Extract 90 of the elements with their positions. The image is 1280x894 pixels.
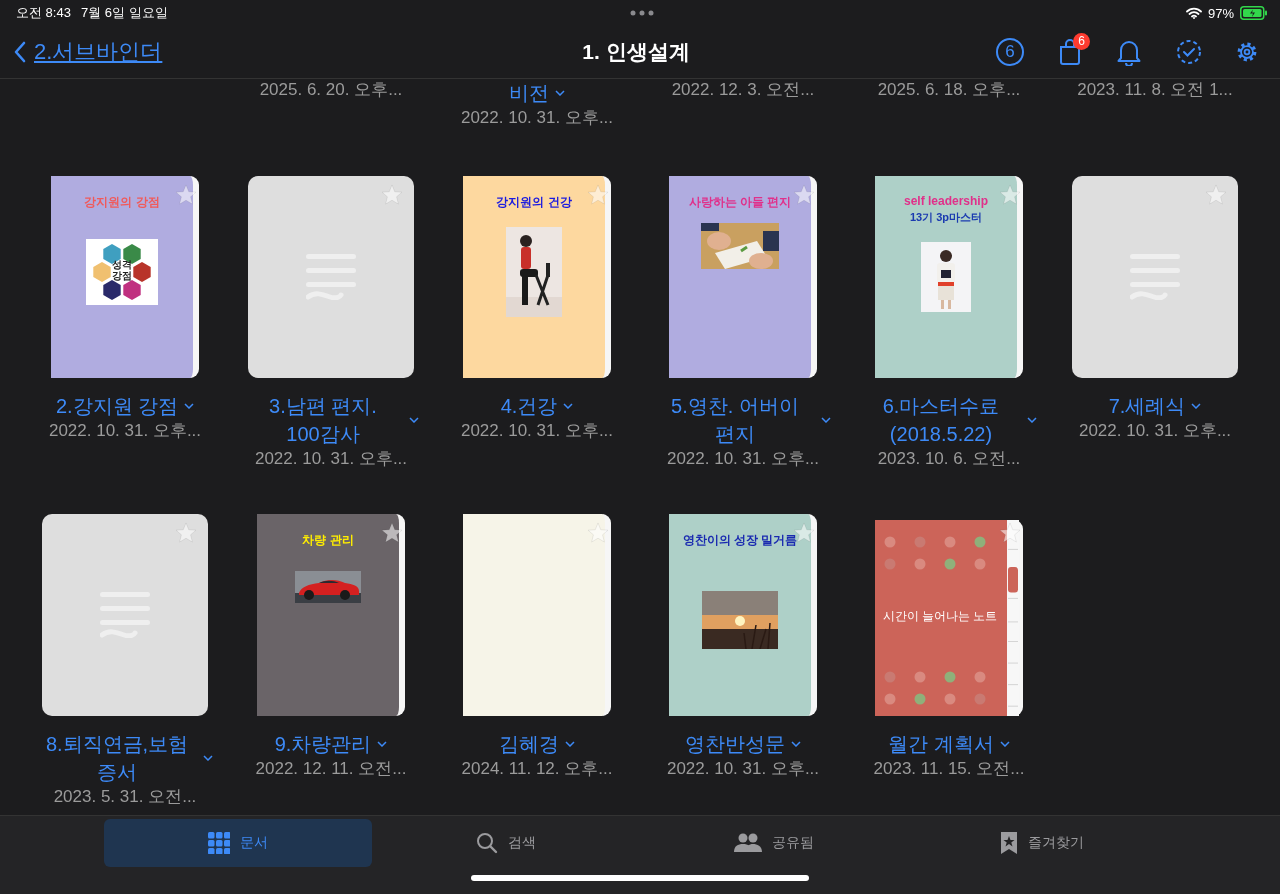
document-title[interactable]: 2.강지원 강점 <box>55 392 179 420</box>
caret-icon[interactable] <box>1027 417 1037 423</box>
search-icon <box>476 832 498 854</box>
tab[interactable]: 즐겨찾기 <box>908 819 1176 867</box>
modified-date: 2025. 6. 18. 오후... <box>877 79 1021 101</box>
modified-date: 2023. 11. 15. 오전... <box>873 758 1025 780</box>
book-cover[interactable]: 강지원의 건강 <box>463 176 611 378</box>
modified-date: 2022. 10. 31. 오후... <box>666 758 820 780</box>
cover-title: 강지원의 건강 <box>496 194 572 211</box>
caret-icon[interactable] <box>1191 403 1202 409</box>
star-icon[interactable] <box>381 184 403 205</box>
cover-title: 강지원의 강점 <box>84 194 160 211</box>
cover-title: 사랑하는 아들 편지 <box>688 194 792 211</box>
battery-percent: 97% <box>1207 5 1234 21</box>
modified-date: 2022. 12. 11. 오전... <box>255 758 407 780</box>
battery-icon <box>1240 6 1268 20</box>
cover-title: 차량 관리 <box>302 532 354 549</box>
dashed-check-icon[interactable] <box>1176 39 1202 65</box>
caret-icon[interactable] <box>563 403 574 409</box>
cover-title: 영찬이의 성장 밀거름 <box>682 532 798 549</box>
caret-icon[interactable] <box>377 741 388 747</box>
modified-date: 2023. 10. 6. 오전... <box>877 448 1021 470</box>
notebook-cover[interactable]: 시간이 늘어나는 노트 <box>875 520 1023 716</box>
document-title[interactable]: 4.건강 <box>500 392 558 420</box>
modified-date: 2022. 10. 31. 오후... <box>1078 420 1232 442</box>
star-icon[interactable] <box>381 522 403 543</box>
diagram-label: 성격 강점 <box>112 259 132 281</box>
star-icon[interactable] <box>587 522 609 543</box>
wifi-icon <box>1185 7 1202 19</box>
status-time: 오전 8:43 <box>16 4 71 22</box>
modified-date: 2025. 6. 20. 오후... <box>259 79 403 101</box>
count-button[interactable]: 6 <box>996 38 1024 66</box>
modified-date: 2024. 11. 12. 오후... <box>461 758 613 780</box>
modified-date: 2023. 11. 8. 오전 1... <box>1077 79 1233 101</box>
multitasking-dots-icon[interactable] <box>630 10 654 16</box>
caret-icon[interactable] <box>565 741 575 747</box>
document-thumbnail[interactable] <box>248 176 414 378</box>
star-icon[interactable] <box>999 522 1021 543</box>
notification-badge: 6 <box>1073 33 1090 50</box>
book-cover[interactable]: 차량 관리 <box>257 514 405 716</box>
document-title[interactable]: 7.세례식 <box>1108 392 1186 420</box>
caret-icon[interactable] <box>791 741 801 747</box>
modified-date: 2023. 5. 31. 오전... <box>53 786 197 808</box>
grid-icon <box>208 832 230 854</box>
modified-date: 2022. 10. 31. 오후... <box>460 107 614 129</box>
document-thumbnail[interactable] <box>1072 176 1238 378</box>
caret-icon[interactable] <box>184 403 195 409</box>
back-chevron-icon[interactable] <box>14 41 26 63</box>
modified-date: 2022. 10. 31. 오후... <box>460 420 614 442</box>
modified-date: 2022. 10. 31. 오후... <box>254 448 408 470</box>
page-title: 1. 인생설계 <box>581 39 691 65</box>
star-icon[interactable] <box>587 184 609 205</box>
cover-title: 시간이 늘어나는 노트 <box>882 608 998 625</box>
star-icon[interactable] <box>999 184 1021 205</box>
caret-icon[interactable] <box>409 417 419 423</box>
bookmark-star-icon <box>1000 831 1018 855</box>
caret-icon[interactable] <box>203 755 213 761</box>
star-icon[interactable] <box>793 184 815 205</box>
star-icon[interactable] <box>175 184 197 205</box>
caret-icon[interactable] <box>555 90 565 96</box>
tab[interactable]: 검색 <box>372 819 640 867</box>
caret-icon[interactable] <box>821 417 831 423</box>
cover-subtitle: 13기 3p마스터 <box>909 210 983 225</box>
tab[interactable]: 공유됨 <box>640 819 908 867</box>
caret-icon[interactable] <box>999 741 1010 747</box>
back-link[interactable]: 2.서브바인더 <box>14 37 414 67</box>
document-title[interactable]: 월간 계획서 <box>888 730 994 758</box>
status-date: 7월 6일 일요일 <box>80 4 168 22</box>
document-title[interactable]: 김혜경 <box>499 730 559 758</box>
book-cover[interactable]: 강지원의 강점 성격 강점 <box>51 176 199 378</box>
bell-icon[interactable] <box>1116 38 1142 66</box>
document-title[interactable]: 6.마스터수료(2018.5.22) <box>861 392 1021 448</box>
document-title[interactable]: 3.남편 편지. 100감사 <box>243 392 403 448</box>
document-title[interactable]: 비전 <box>509 79 549 107</box>
book-cover[interactable]: 영찬이의 성장 밀거름 <box>669 514 817 716</box>
people-icon <box>734 833 762 853</box>
tab[interactable]: 문서 <box>104 819 372 867</box>
star-icon[interactable] <box>1205 184 1227 205</box>
document-title[interactable]: 영찬반성문 <box>685 730 785 758</box>
document-title[interactable]: 8.퇴직연금,보험 증서 <box>37 730 197 786</box>
document-title[interactable]: 5.영찬. 어버이 편지 <box>655 392 815 448</box>
cover-title: self leadership <box>903 194 988 208</box>
star-icon[interactable] <box>175 522 197 543</box>
document-title[interactable]: 9.차량관리 <box>274 730 372 758</box>
modified-date: 2022. 10. 31. 오후... <box>666 448 820 470</box>
book-cover[interactable]: self leadership 13기 3p마스터 <box>875 176 1023 378</box>
modified-date: 2022. 10. 31. 오후... <box>48 420 202 442</box>
modified-date: 2022. 12. 3. 오전... <box>671 79 815 101</box>
document-thumbnail[interactable] <box>42 514 208 716</box>
settings-icon[interactable] <box>1236 41 1258 63</box>
